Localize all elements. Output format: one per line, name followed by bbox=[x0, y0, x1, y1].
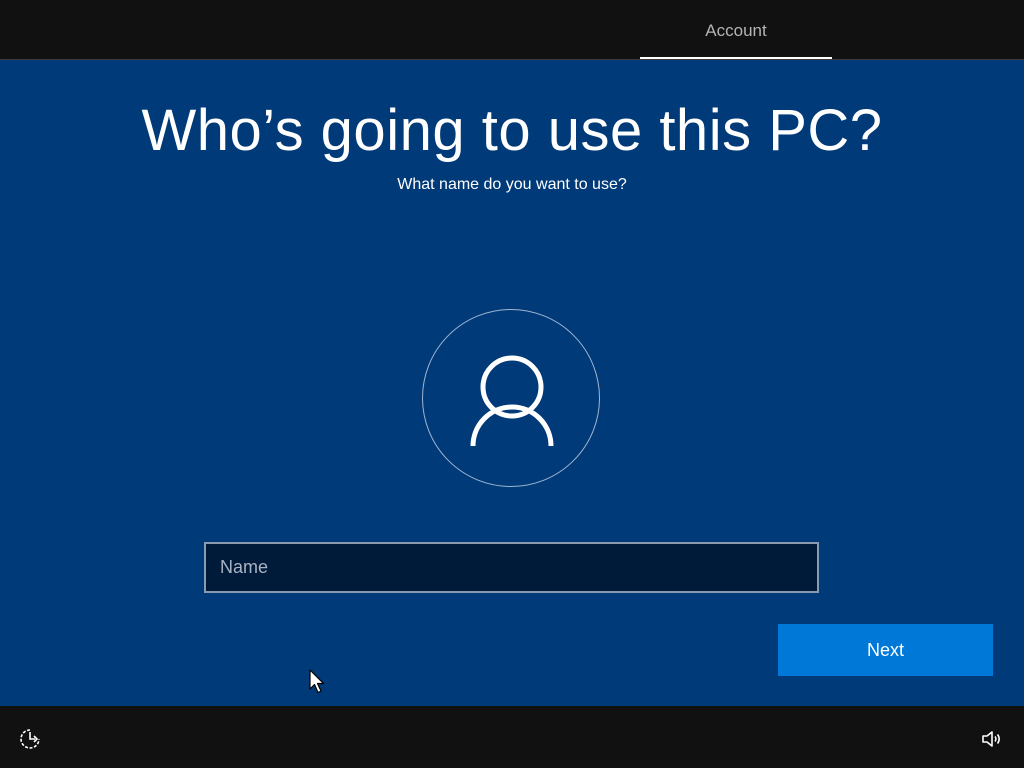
avatar bbox=[422, 309, 600, 487]
next-button[interactable]: Next bbox=[778, 624, 993, 676]
user-icon bbox=[470, 355, 554, 447]
page-subtitle: What name do you want to use? bbox=[397, 176, 627, 193]
name-input[interactable] bbox=[204, 542, 819, 593]
top-bar: Account bbox=[0, 0, 1024, 60]
mouse-cursor-icon bbox=[309, 669, 325, 694]
bottom-bar bbox=[0, 706, 1024, 768]
oobe-screen: Account Who’s going to use this PC? What… bbox=[0, 0, 1024, 768]
step-tab-account: Account bbox=[705, 21, 767, 40]
ease-of-access-icon[interactable] bbox=[19, 728, 41, 750]
volume-icon[interactable] bbox=[980, 728, 1002, 750]
main-panel: Who’s going to use this PC? What name do… bbox=[0, 60, 1024, 706]
page-title: Who’s going to use this PC? bbox=[141, 98, 883, 163]
